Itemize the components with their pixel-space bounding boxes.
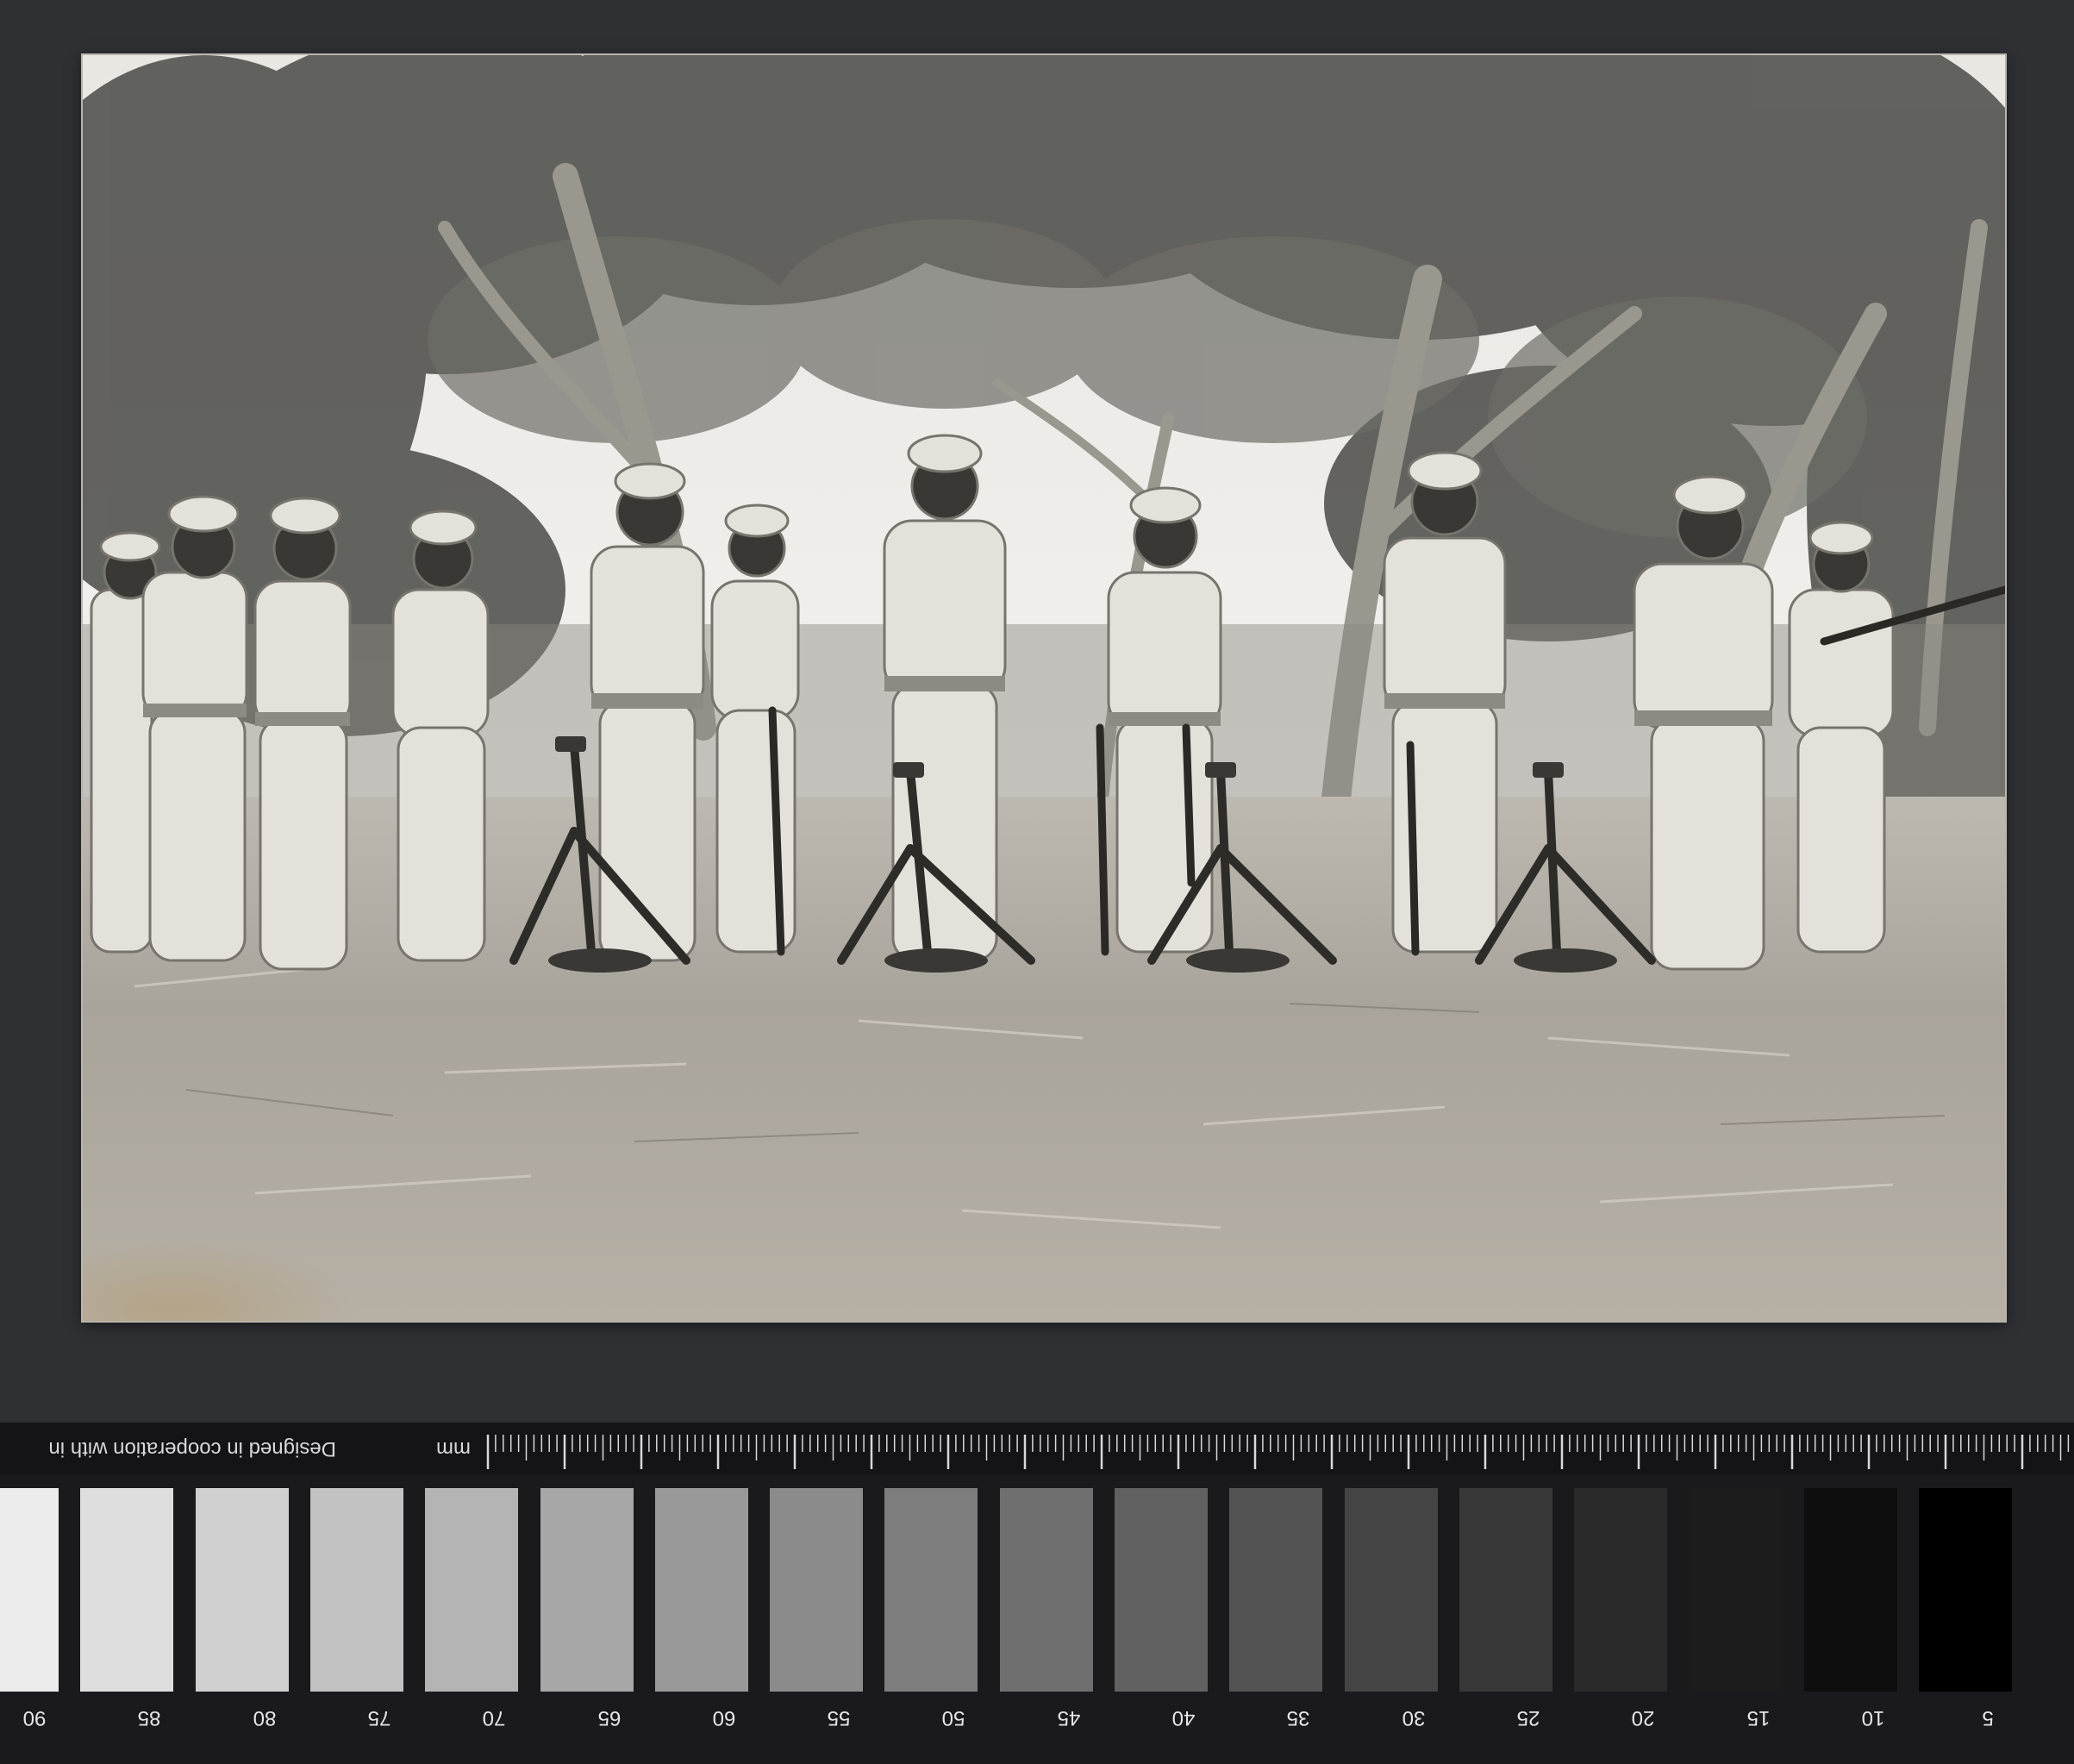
gray-patch <box>1919 1488 2013 1692</box>
gray-patch <box>1574 1488 1668 1692</box>
gray-patch <box>540 1488 634 1692</box>
gray-patch-label: 40 <box>1171 1706 1196 1730</box>
gray-patch <box>1229 1488 1323 1692</box>
photo-scene <box>83 55 2005 1321</box>
gray-patch <box>195 1488 289 1692</box>
ruler-note: Designed in cooperation with in <box>48 1437 336 1461</box>
gray-patch <box>425 1488 519 1692</box>
gray-patch-label: 50 <box>942 1706 965 1730</box>
gray-patch-labels: 90 85 80 75 70 65 60 55 50 45 40 35 30 25 20 15 10 5 <box>0 1697 2074 1757</box>
photo-print <box>83 55 2005 1321</box>
gray-patch <box>0 1488 59 1692</box>
gray-patch-label: 65 <box>597 1706 621 1730</box>
gray-patch <box>770 1488 864 1692</box>
gray-patch-label: 20 <box>1631 1706 1655 1730</box>
gray-patch <box>884 1488 978 1692</box>
gray-patch <box>80 1488 174 1692</box>
gray-patch <box>309 1488 403 1692</box>
gray-patch <box>1803 1488 1897 1692</box>
gray-patch-label: 15 <box>1746 1706 1770 1730</box>
gray-patch-label: 85 <box>137 1706 161 1730</box>
gray-patch-label: 25 <box>1516 1706 1540 1730</box>
gray-patch <box>654 1488 748 1692</box>
gray-patch <box>1115 1488 1208 1692</box>
gray-patch-label: 90 <box>22 1706 47 1730</box>
ruler-unit: mm <box>436 1437 471 1461</box>
gray-patch-label: 60 <box>712 1706 736 1730</box>
gray-patch-label: 70 <box>482 1706 506 1730</box>
gray-patch-label: 80 <box>253 1706 276 1730</box>
gray-patch-label: 45 <box>1057 1706 1081 1730</box>
gray-patch-label: 75 <box>367 1706 391 1730</box>
color-reference-strip: Designed in cooperation with in mm 90 85 8… <box>0 1423 2074 1764</box>
gray-patch <box>1689 1488 1783 1692</box>
ruler-ticks <box>486 1435 2070 1469</box>
gray-patch-label: 30 <box>1402 1706 1425 1730</box>
gray-patch-row <box>0 1488 2074 1695</box>
gray-patch-label: 5 <box>1982 1706 1994 1730</box>
gray-patch <box>999 1488 1093 1692</box>
gray-patch-label: 35 <box>1286 1706 1310 1730</box>
ruler: Designed in cooperation with in mm <box>0 1423 2074 1474</box>
gray-patch <box>1344 1488 1438 1692</box>
gray-patch-label: 55 <box>827 1706 851 1730</box>
gray-patch <box>1459 1488 1552 1692</box>
gray-patch-label: 10 <box>1861 1706 1885 1730</box>
